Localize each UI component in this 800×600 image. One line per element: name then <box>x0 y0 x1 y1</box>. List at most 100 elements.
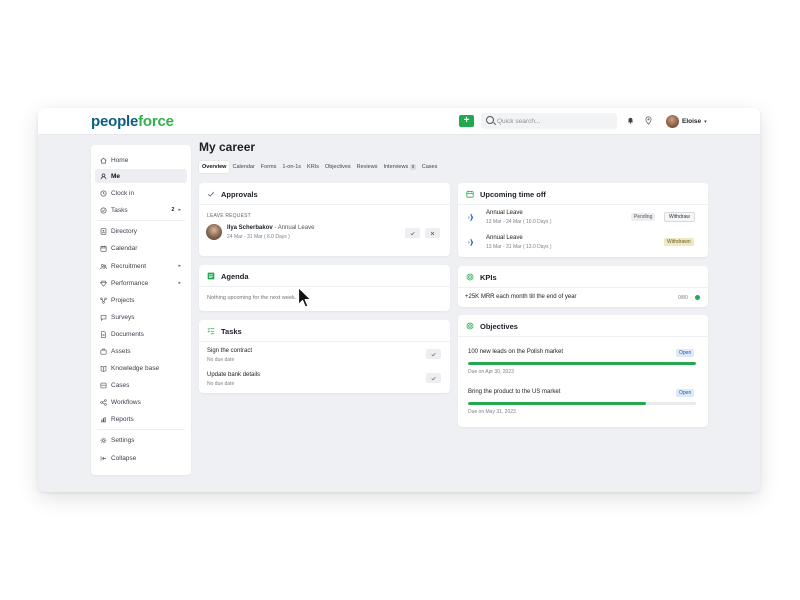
sidebar-item-label: Calendar <box>111 244 138 252</box>
sidebar-item-label: Tasks <box>111 206 128 214</box>
card-divider <box>458 336 708 337</box>
reject-button[interactable] <box>425 228 440 238</box>
recruitment-icon <box>95 263 111 270</box>
sidebar-item-workflows[interactable]: Workflows <box>95 395 187 409</box>
sidebar-item-clock-in[interactable]: Clock in <box>95 186 187 200</box>
tab-cases[interactable]: Cases <box>419 161 441 173</box>
sidebar-item-me[interactable]: Me <box>95 169 187 183</box>
complete-task-button[interactable] <box>426 373 441 383</box>
status-badge: Open <box>676 389 695 397</box>
leave-request-label: LEAVE REQUEST <box>207 213 251 219</box>
kpi-title[interactable]: +25K MRR each month till the end of year <box>465 294 577 300</box>
progress-fill <box>468 362 696 365</box>
sidebar-item-projects[interactable]: Projects <box>95 293 187 307</box>
agenda-icon <box>206 271 216 281</box>
sidebar-item-cases[interactable]: Cases <box>95 378 187 392</box>
user-menu[interactable]: Eloise ▾ <box>666 114 707 129</box>
sidebar-item-settings[interactable]: Settings <box>95 433 187 447</box>
kpis-header: KPIs <box>465 272 497 282</box>
sidebar-item-label: Me <box>111 172 121 180</box>
objective-due: Due on Apr 30, 2023 <box>468 369 514 375</box>
check-icon <box>410 231 415 235</box>
sidebar-item-tasks[interactable]: Tasks 2 ▸ <box>95 203 187 217</box>
tab-calendar[interactable]: Calendar <box>229 161 257 173</box>
requester-avatar <box>206 224 222 240</box>
gear-icon <box>95 437 111 444</box>
tab-reviews[interactable]: Reviews <box>354 161 381 173</box>
time-off-item-title[interactable]: Annual Leave <box>486 210 523 216</box>
sidebar-item-label: Workflows <box>111 398 141 406</box>
sidebar-item-collapse[interactable]: Collapse <box>95 451 187 465</box>
app-window: peopleforce + Eloise ▾ Home Me <box>38 108 760 492</box>
sidebar-item-label: Directory <box>111 227 138 235</box>
tab-label: Reviews <box>356 164 378 170</box>
approve-button[interactable] <box>405 228 420 238</box>
sidebar-item-label: Settings <box>111 436 135 444</box>
search-input[interactable] <box>497 114 613 128</box>
agenda-card: Agenda Nothing upcoming for the next wee… <box>199 265 450 311</box>
sidebar-item-label: Assets <box>111 347 131 355</box>
tab-label: Calendar <box>232 164 255 170</box>
approvals-title: Approvals <box>221 189 258 199</box>
sidebar-item-performance[interactable]: Performance ▸ <box>95 276 187 290</box>
chevron-right-icon: ▸ <box>178 263 181 269</box>
tasks-title: Tasks <box>221 326 242 336</box>
sidebar-item-recruitment[interactable]: Recruitment ▸ <box>95 259 187 273</box>
tab-label: Cases <box>421 164 438 170</box>
location-pin-icon[interactable] <box>645 116 652 125</box>
close-icon <box>430 231 435 235</box>
sidebar-item-knowledge-base[interactable]: Knowledge base <box>95 361 187 375</box>
sidebar-item-label: Knowledge base <box>111 364 160 372</box>
user-avatar <box>666 115 679 128</box>
card-divider <box>458 204 708 205</box>
tab-label: Overview <box>202 164 227 170</box>
search-icon <box>486 116 494 124</box>
kpi-status-dot <box>695 295 700 300</box>
leave-request-title[interactable]: Ilya Scherbakov - Annual Leave <box>227 225 314 231</box>
objective-progress-bar <box>468 402 696 405</box>
task-due: No due date <box>207 381 235 387</box>
tab-label: Objectives <box>324 164 351 170</box>
withdraw-button[interactable]: Withdraw <box>664 212 695 222</box>
tab-1-on-1s[interactable]: 1-on-1s <box>279 161 304 173</box>
tab-objectives[interactable]: Objectives <box>322 161 354 173</box>
sidebar-item-documents[interactable]: Documents <box>95 327 187 341</box>
tab-label: Interviews <box>383 164 409 170</box>
tab-forms[interactable]: Forms <box>258 161 280 173</box>
top-bar: peopleforce + Eloise ▾ <box>38 108 760 135</box>
brand-logo[interactable]: peopleforce <box>91 113 174 130</box>
task-title[interactable]: Update bank details <box>207 372 260 378</box>
check-icon <box>431 376 436 380</box>
tab-interviews[interactable]: Interviews 0 <box>380 161 418 173</box>
kpis-card: KPIs +25K MRR each month till the end of… <box>458 266 708 307</box>
sidebar-item-label: Performance <box>111 279 149 287</box>
sidebar-item-reports[interactable]: Reports <box>95 412 187 426</box>
complete-task-button[interactable] <box>426 349 441 359</box>
sidebar-item-calendar[interactable]: Calendar <box>95 241 187 255</box>
target-icon <box>465 321 475 331</box>
page-title: My career <box>199 140 256 154</box>
tab-overview[interactable]: Overview <box>199 161 230 173</box>
kpi-value: 0/80 <box>678 295 688 301</box>
sidebar-item-assets[interactable]: Assets <box>95 344 187 358</box>
sidebar-item-surveys[interactable]: Surveys <box>95 310 187 324</box>
search-box[interactable] <box>481 113 617 129</box>
sidebar-item-home[interactable]: Home <box>95 153 187 167</box>
status-badge: Open <box>676 349 695 357</box>
leave-type: - Annual Leave <box>272 225 315 231</box>
agenda-title: Agenda <box>221 271 249 281</box>
tab-label: Forms <box>260 164 277 170</box>
task-list-icon <box>206 326 216 336</box>
career-tabs: Overview Calendar Forms 1-on-1s KRIs Obj… <box>199 161 440 173</box>
task-title[interactable]: Sign the contract <box>207 348 252 354</box>
clock-icon <box>95 189 111 197</box>
mouse-cursor-icon <box>297 286 312 308</box>
objective-title[interactable]: Bring the product to the US market <box>468 389 560 395</box>
bell-icon[interactable] <box>627 117 634 124</box>
objective-title[interactable]: 100 new leads on the Polish market <box>468 349 563 355</box>
add-button[interactable]: + <box>459 115 474 127</box>
card-divider <box>458 287 708 288</box>
time-off-item-title[interactable]: Annual Leave <box>486 235 523 241</box>
sidebar-item-directory[interactable]: Directory <box>95 224 187 238</box>
tab-kris[interactable]: KRIs <box>304 161 322 173</box>
